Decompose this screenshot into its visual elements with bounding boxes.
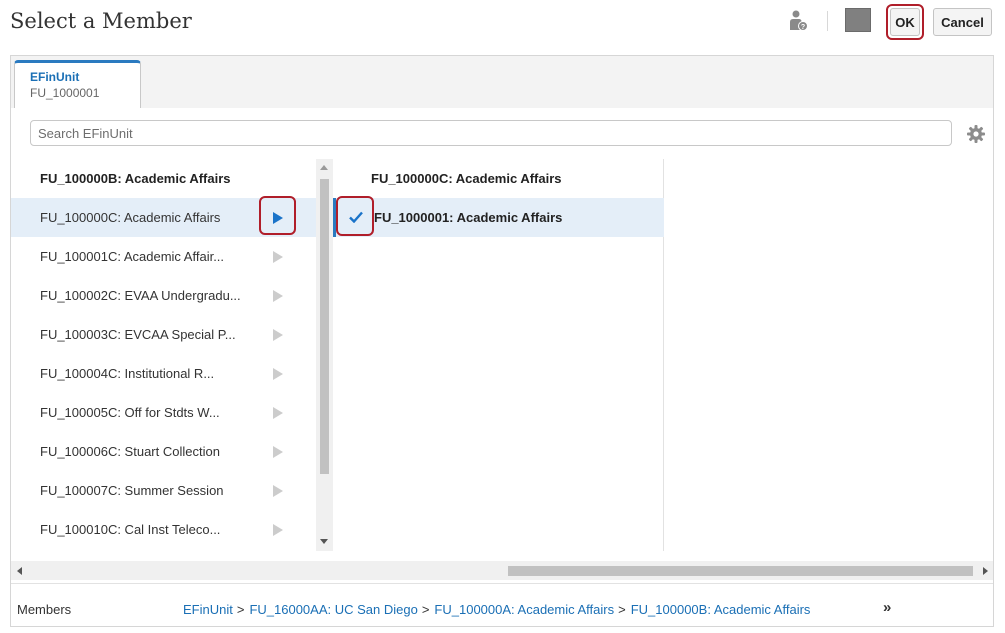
list-item-label: FU_1000001: Academic Affairs [374,210,563,225]
list-item[interactable]: FU_100001C: Academic Affair... [11,237,316,276]
scroll-right-arrow-icon[interactable] [983,567,988,575]
gear-icon[interactable] [966,124,986,144]
scroll-down-arrow-icon[interactable] [320,539,328,544]
footer-bar: Members EFinUnit > FU_16000AA: UC San Dieg… [11,583,993,627]
breadcrumb-link[interactable]: FU_16000AA: UC San Diego [249,602,417,617]
breadcrumb: EFinUnit > FU_16000AA: UC San Diego > FU_100… [183,602,810,617]
list-item[interactable]: FU_100003C: EVCAA Special P... [11,315,316,354]
chevron-right-icon[interactable] [273,368,283,380]
svg-text:?: ? [801,24,805,31]
search-input[interactable] [30,120,952,146]
scrollbar-thumb[interactable] [508,566,973,576]
tab-subtitle: FU_1000001 [30,86,100,100]
tab-title: EFinUnit [30,70,80,84]
members-label: Members [17,602,72,617]
chevron-right-icon[interactable] [273,446,283,458]
header-separator [827,11,828,31]
breadcrumb-link[interactable]: FU_100000B: Academic Affairs [631,602,811,617]
breadcrumb-link[interactable]: EFinUnit [183,602,233,617]
dialog-title: Select a Member [10,9,192,33]
chevron-right-icon[interactable] [273,251,283,263]
list-item[interactable]: FU_100005C: Off for Stdts W... [11,393,316,432]
chevron-right-icon[interactable] [273,524,283,536]
member-list-column-1: FU_100000B: Academic Affairs FU_100000C:… [11,159,316,551]
list-item-label: FU_100003C: EVCAA Special P... [40,327,236,342]
breadcrumb-more-icon[interactable]: » [883,599,891,616]
list-item-label: FU_100004C: Institutional R... [40,366,215,381]
list-item-label: FU_100007C: Summer Session [40,483,224,498]
scrollbar-thumb[interactable] [320,179,329,474]
breadcrumb-link[interactable]: FU_100000A: Academic Affairs [434,602,614,617]
tab-efinunit[interactable]: EFinUnit FU_1000001 [14,60,141,108]
ok-button[interactable]: OK [890,8,920,36]
list-item[interactable]: FU_100004C: Institutional R... [11,354,316,393]
list-item-label: FU_100006C: Stuart Collection [40,444,220,459]
list-item-label: FU_100000B: Academic Affairs [40,171,231,186]
list-item-label: FU_100010C: Cal Inst Teleco... [40,522,221,537]
dimension-tabstrip: EFinUnit FU_1000001 [11,56,993,108]
column-1-scrollbar[interactable] [316,159,333,551]
member-list-column-2: FU_100000C: Academic Affairs FU_1000001:… [333,159,664,551]
user-help-icon[interactable]: ? [788,10,808,32]
list-item-label: FU_100002C: EVAA Undergradu... [40,288,241,303]
list-item-label: FU_100001C: Academic Affair... [40,249,225,264]
horizontal-scrollbar[interactable] [11,561,993,580]
list-item[interactable]: FU_100006C: Stuart Collection [11,432,316,471]
chevron-right-icon[interactable] [273,485,283,497]
list-item[interactable]: FU_100010C: Cal Inst Teleco... [11,510,316,549]
color-square-icon[interactable] [845,8,871,32]
breadcrumb-separator: > [421,602,430,617]
breadcrumb-separator: > [618,602,626,617]
list-item[interactable]: FU_100000C: Academic Affairs [11,198,316,237]
list-item[interactable]: FU_100002C: EVAA Undergradu... [11,276,316,315]
list-item-label: FU_100000C: Academic Affairs [371,171,562,186]
chevron-right-icon[interactable] [273,407,283,419]
list-item-label: FU_100005C: Off for Stdts W... [40,405,220,420]
member-selector-panel: EFinUnit FU_1000001 FU_100000B: Academic… [10,55,994,627]
list-item[interactable]: FU_1000001: Academic Affairs [333,198,664,237]
chevron-right-icon[interactable] [273,290,283,302]
list-item[interactable]: FU_100000C: Academic Affairs [333,159,664,198]
list-item-label: FU_100000C: Academic Affairs [40,210,221,225]
chevron-right-icon[interactable] [273,329,283,341]
chevron-right-icon[interactable] [273,212,283,224]
scroll-up-arrow-icon[interactable] [320,165,328,170]
list-item[interactable]: FU_100000B: Academic Affairs [11,159,316,198]
cancel-button[interactable]: Cancel [933,8,992,36]
list-item[interactable]: FU_100007C: Summer Session [11,471,316,510]
scroll-left-arrow-icon[interactable] [17,567,22,575]
checkmark-icon[interactable] [349,211,363,223]
breadcrumb-separator: > [236,602,245,617]
